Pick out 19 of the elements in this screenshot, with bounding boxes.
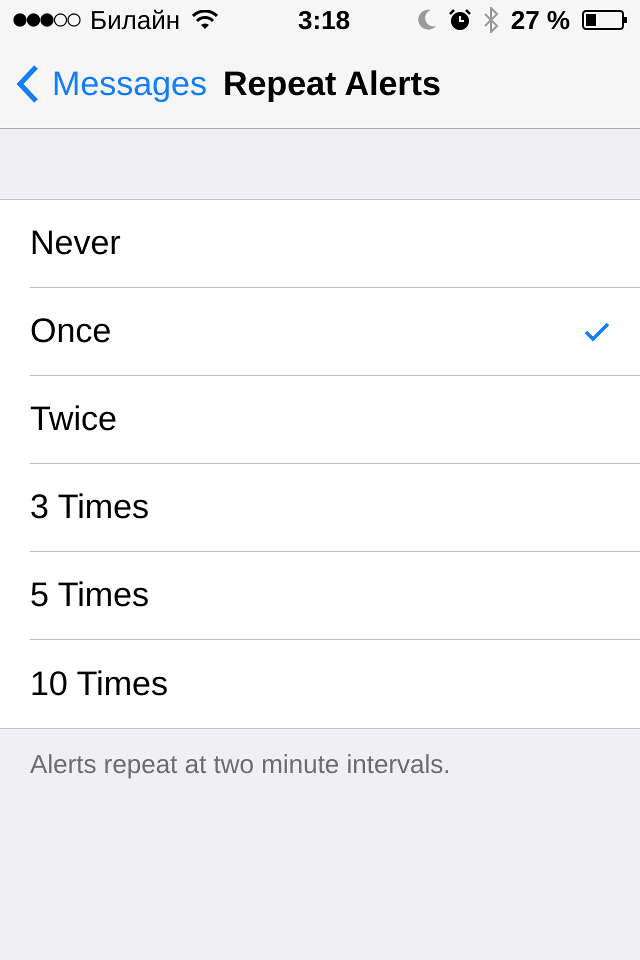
signal-icon — [12, 12, 82, 28]
battery-percent: 27 % — [510, 4, 570, 36]
option-row[interactable]: 10 Times — [0, 640, 640, 728]
carrier-name: Билайн — [90, 4, 180, 36]
wifi-icon — [192, 10, 218, 30]
moon-icon — [416, 9, 437, 31]
chevron-left-icon — [16, 64, 40, 104]
option-row[interactable]: 3 Times — [0, 464, 640, 552]
bluetooth-icon — [482, 7, 499, 33]
clock-time: 3:18 — [298, 4, 350, 36]
alarm-clock-icon — [448, 9, 471, 31]
page-title: Repeat Alerts — [222, 64, 441, 104]
option-row[interactable]: 5 Times — [0, 552, 640, 640]
option-row[interactable]: Once — [0, 288, 640, 376]
option-row[interactable]: Never — [0, 200, 640, 288]
footer-note: Alerts repeat at two minute intervals. — [29, 748, 452, 781]
back-button[interactable]: Messages — [16, 58, 207, 110]
battery-icon — [582, 9, 628, 31]
option-row[interactable]: Twice — [0, 376, 640, 464]
